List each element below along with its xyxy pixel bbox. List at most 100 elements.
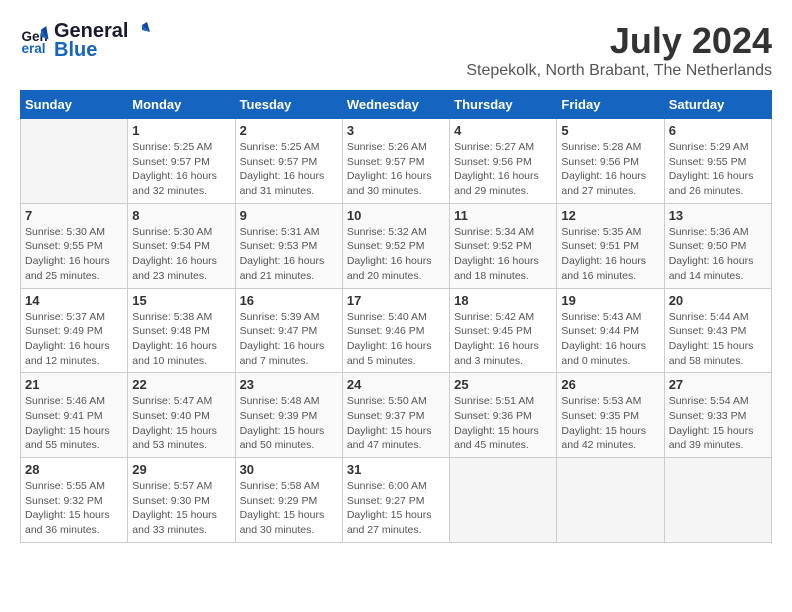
calendar-cell: 16 Sunrise: 5:39 AM Sunset: 9:47 PM Dayl… [235,288,342,373]
calendar-cell: 10 Sunrise: 5:32 AM Sunset: 9:52 PM Dayl… [342,203,449,288]
calendar-cell: 22 Sunrise: 5:47 AM Sunset: 9:40 PM Dayl… [128,373,235,458]
sunrise-text: Sunrise: 5:37 AM [25,311,105,323]
weekday-header-friday: Friday [557,91,664,119]
sunset-text: Sunset: 9:35 PM [561,410,639,422]
day-number: 18 [454,293,552,308]
daylight-text: Daylight: 16 hours and 12 minutes. [25,340,110,367]
day-number: 28 [25,462,123,477]
calendar-cell: 7 Sunrise: 5:30 AM Sunset: 9:55 PM Dayli… [21,203,128,288]
day-info: Sunrise: 5:57 AM Sunset: 9:30 PM Dayligh… [132,479,230,538]
calendar-week-row: 21 Sunrise: 5:46 AM Sunset: 9:41 PM Dayl… [21,373,772,458]
sunrise-text: Sunrise: 5:30 AM [25,226,105,238]
daylight-text: Daylight: 16 hours and 0 minutes. [561,340,646,367]
sunset-text: Sunset: 9:56 PM [561,156,639,168]
calendar-table: SundayMondayTuesdayWednesdayThursdayFrid… [20,90,772,543]
calendar-cell [664,458,771,543]
sunset-text: Sunset: 9:37 PM [347,410,425,422]
daylight-text: Daylight: 16 hours and 30 minutes. [347,170,432,197]
sunrise-text: Sunrise: 5:25 AM [132,141,212,153]
calendar-cell: 20 Sunrise: 5:44 AM Sunset: 9:43 PM Dayl… [664,288,771,373]
daylight-text: Daylight: 16 hours and 26 minutes. [669,170,754,197]
calendar-cell: 28 Sunrise: 5:55 AM Sunset: 9:32 PM Dayl… [21,458,128,543]
day-info: Sunrise: 5:46 AM Sunset: 9:41 PM Dayligh… [25,394,123,453]
weekday-header-saturday: Saturday [664,91,771,119]
daylight-text: Daylight: 15 hours and 27 minutes. [347,509,432,536]
svg-text:eral: eral [22,41,46,56]
sunset-text: Sunset: 9:46 PM [347,325,425,337]
day-number: 17 [347,293,445,308]
weekday-header-tuesday: Tuesday [235,91,342,119]
daylight-text: Daylight: 15 hours and 47 minutes. [347,425,432,452]
calendar-cell [21,119,128,204]
sunset-text: Sunset: 9:32 PM [25,495,103,507]
daylight-text: Daylight: 16 hours and 3 minutes. [454,340,539,367]
sunrise-text: Sunrise: 5:26 AM [347,141,427,153]
weekday-header-row: SundayMondayTuesdayWednesdayThursdayFrid… [21,91,772,119]
daylight-text: Daylight: 15 hours and 50 minutes. [240,425,325,452]
sunset-text: Sunset: 9:27 PM [347,495,425,507]
day-number: 10 [347,208,445,223]
day-number: 25 [454,377,552,392]
daylight-text: Daylight: 16 hours and 16 minutes. [561,255,646,282]
calendar-cell: 31 Sunrise: 6:00 AM Sunset: 9:27 PM Dayl… [342,458,449,543]
calendar-cell: 13 Sunrise: 5:36 AM Sunset: 9:50 PM Dayl… [664,203,771,288]
sunset-text: Sunset: 9:39 PM [240,410,318,422]
calendar-cell: 30 Sunrise: 5:58 AM Sunset: 9:29 PM Dayl… [235,458,342,543]
sunset-text: Sunset: 9:55 PM [669,156,747,168]
sunset-text: Sunset: 9:52 PM [347,240,425,252]
sunrise-text: Sunrise: 5:39 AM [240,311,320,323]
calendar-cell: 19 Sunrise: 5:43 AM Sunset: 9:44 PM Dayl… [557,288,664,373]
day-info: Sunrise: 5:50 AM Sunset: 9:37 PM Dayligh… [347,394,445,453]
day-info: Sunrise: 5:54 AM Sunset: 9:33 PM Dayligh… [669,394,767,453]
day-info: Sunrise: 5:58 AM Sunset: 9:29 PM Dayligh… [240,479,338,538]
sunset-text: Sunset: 9:36 PM [454,410,532,422]
sunrise-text: Sunrise: 5:47 AM [132,395,212,407]
sunrise-text: Sunrise: 5:43 AM [561,311,641,323]
day-info: Sunrise: 5:37 AM Sunset: 9:49 PM Dayligh… [25,310,123,369]
calendar-cell: 9 Sunrise: 5:31 AM Sunset: 9:53 PM Dayli… [235,203,342,288]
day-number: 24 [347,377,445,392]
calendar-week-row: 14 Sunrise: 5:37 AM Sunset: 9:49 PM Dayl… [21,288,772,373]
calendar-week-row: 1 Sunrise: 5:25 AM Sunset: 9:57 PM Dayli… [21,119,772,204]
day-number: 14 [25,293,123,308]
sunrise-text: Sunrise: 5:32 AM [347,226,427,238]
day-info: Sunrise: 5:29 AM Sunset: 9:55 PM Dayligh… [669,140,767,199]
calendar-cell: 6 Sunrise: 5:29 AM Sunset: 9:55 PM Dayli… [664,119,771,204]
daylight-text: Daylight: 16 hours and 23 minutes. [132,255,217,282]
day-info: Sunrise: 5:42 AM Sunset: 9:45 PM Dayligh… [454,310,552,369]
calendar-cell [450,458,557,543]
sunset-text: Sunset: 9:49 PM [25,325,103,337]
day-info: Sunrise: 5:48 AM Sunset: 9:39 PM Dayligh… [240,394,338,453]
daylight-text: Daylight: 16 hours and 31 minutes. [240,170,325,197]
sunset-text: Sunset: 9:33 PM [669,410,747,422]
day-number: 29 [132,462,230,477]
calendar-cell: 2 Sunrise: 5:25 AM Sunset: 9:57 PM Dayli… [235,119,342,204]
day-info: Sunrise: 5:25 AM Sunset: 9:57 PM Dayligh… [240,140,338,199]
day-info: Sunrise: 5:44 AM Sunset: 9:43 PM Dayligh… [669,310,767,369]
weekday-header-monday: Monday [128,91,235,119]
calendar-cell: 27 Sunrise: 5:54 AM Sunset: 9:33 PM Dayl… [664,373,771,458]
day-number: 22 [132,377,230,392]
calendar-cell: 14 Sunrise: 5:37 AM Sunset: 9:49 PM Dayl… [21,288,128,373]
day-number: 11 [454,208,552,223]
sunset-text: Sunset: 9:29 PM [240,495,318,507]
day-info: Sunrise: 5:53 AM Sunset: 9:35 PM Dayligh… [561,394,659,453]
sunset-text: Sunset: 9:47 PM [240,325,318,337]
day-number: 9 [240,208,338,223]
day-info: Sunrise: 5:43 AM Sunset: 9:44 PM Dayligh… [561,310,659,369]
daylight-text: Daylight: 15 hours and 42 minutes. [561,425,646,452]
sunrise-text: Sunrise: 5:54 AM [669,395,749,407]
daylight-text: Daylight: 15 hours and 53 minutes. [132,425,217,452]
sunrise-text: Sunrise: 5:58 AM [240,480,320,492]
calendar-cell [557,458,664,543]
sunrise-text: Sunrise: 5:51 AM [454,395,534,407]
sunrise-text: Sunrise: 5:34 AM [454,226,534,238]
sunset-text: Sunset: 9:48 PM [132,325,210,337]
daylight-text: Daylight: 16 hours and 21 minutes. [240,255,325,282]
day-number: 31 [347,462,445,477]
day-number: 1 [132,123,230,138]
location-subtitle: Stepekolk, North Brabant, The Netherland… [466,62,772,80]
daylight-text: Daylight: 15 hours and 30 minutes. [240,509,325,536]
logo-bird-icon [130,21,152,43]
day-number: 23 [240,377,338,392]
